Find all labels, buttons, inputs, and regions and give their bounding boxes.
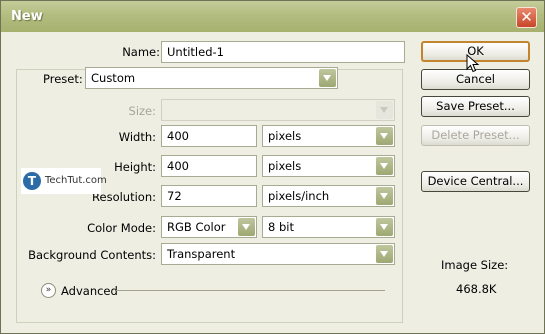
delete-preset-button: Delete Preset... xyxy=(421,125,530,146)
preset-label: Preset: xyxy=(40,72,83,86)
preset-select[interactable]: Custom xyxy=(85,67,338,89)
resolution-field[interactable]: 72 xyxy=(161,185,257,207)
name-field[interactable]: Untitled-1 xyxy=(161,41,405,63)
background-contents-label: Background Contents: xyxy=(28,248,156,262)
chevron-down-icon[interactable] xyxy=(376,127,393,145)
width-field[interactable]: 400 xyxy=(161,125,257,147)
color-mode-value: RGB Color xyxy=(167,220,226,234)
watermark-text: TechTut.com xyxy=(45,175,107,186)
mouse-pointer-icon xyxy=(466,54,480,73)
height-unit-value: pixels xyxy=(268,159,302,173)
background-contents-select[interactable]: Transparent xyxy=(161,243,395,265)
techtut-logo-icon: T xyxy=(23,172,41,190)
background-contents-value: Transparent xyxy=(167,247,236,261)
close-icon[interactable]: ✕ xyxy=(516,7,537,28)
advanced-label[interactable]: Advanced xyxy=(61,284,118,298)
size-select xyxy=(161,99,395,121)
dialog-body: Name: Untitled-1 Preset: Custom Size: Wi… xyxy=(5,32,540,331)
image-size-label: Image Size: xyxy=(441,258,509,272)
chevron-down-icon[interactable] xyxy=(376,187,393,205)
techtut-watermark: T TechTut.com xyxy=(21,168,107,194)
size-label: Size: xyxy=(128,104,156,118)
preset-value: Custom xyxy=(91,71,136,85)
chevron-down-icon xyxy=(376,101,393,119)
name-label: Name: xyxy=(122,45,160,59)
resolution-unit-value: pixels/inch xyxy=(268,189,330,203)
color-mode-label: Color Mode: xyxy=(87,221,156,235)
chevron-down-icon[interactable] xyxy=(319,69,336,87)
save-preset-button[interactable]: Save Preset... xyxy=(421,96,530,117)
chevron-down-icon[interactable] xyxy=(376,157,393,175)
height-unit-select[interactable]: pixels xyxy=(262,155,395,177)
chevron-down-icon[interactable] xyxy=(376,218,393,236)
title-bar[interactable]: New ✕ xyxy=(1,1,544,32)
width-label: Width: xyxy=(118,130,156,144)
resolution-label: Resolution: xyxy=(92,190,156,204)
advanced-divider xyxy=(116,290,385,291)
expand-advanced-icon[interactable]: » xyxy=(41,283,56,298)
resolution-unit-select[interactable]: pixels/inch xyxy=(262,185,395,207)
bit-depth-value: 8 bit xyxy=(268,220,294,234)
device-central-button[interactable]: Device Central... xyxy=(421,171,530,192)
chevron-down-icon[interactable] xyxy=(238,218,255,236)
bit-depth-select[interactable]: 8 bit xyxy=(262,216,395,238)
new-document-dialog: New ✕ Name: Untitled-1 Preset: Custom Si… xyxy=(0,0,545,334)
width-unit-value: pixels xyxy=(268,129,302,143)
chevron-down-icon[interactable] xyxy=(376,245,393,263)
window-title: New xyxy=(11,9,43,24)
image-size-value: 468.8K xyxy=(456,282,497,296)
width-unit-select[interactable]: pixels xyxy=(262,125,395,147)
height-field[interactable]: 400 xyxy=(161,155,257,177)
height-label: Height: xyxy=(114,160,156,174)
color-mode-select[interactable]: RGB Color xyxy=(161,216,257,238)
